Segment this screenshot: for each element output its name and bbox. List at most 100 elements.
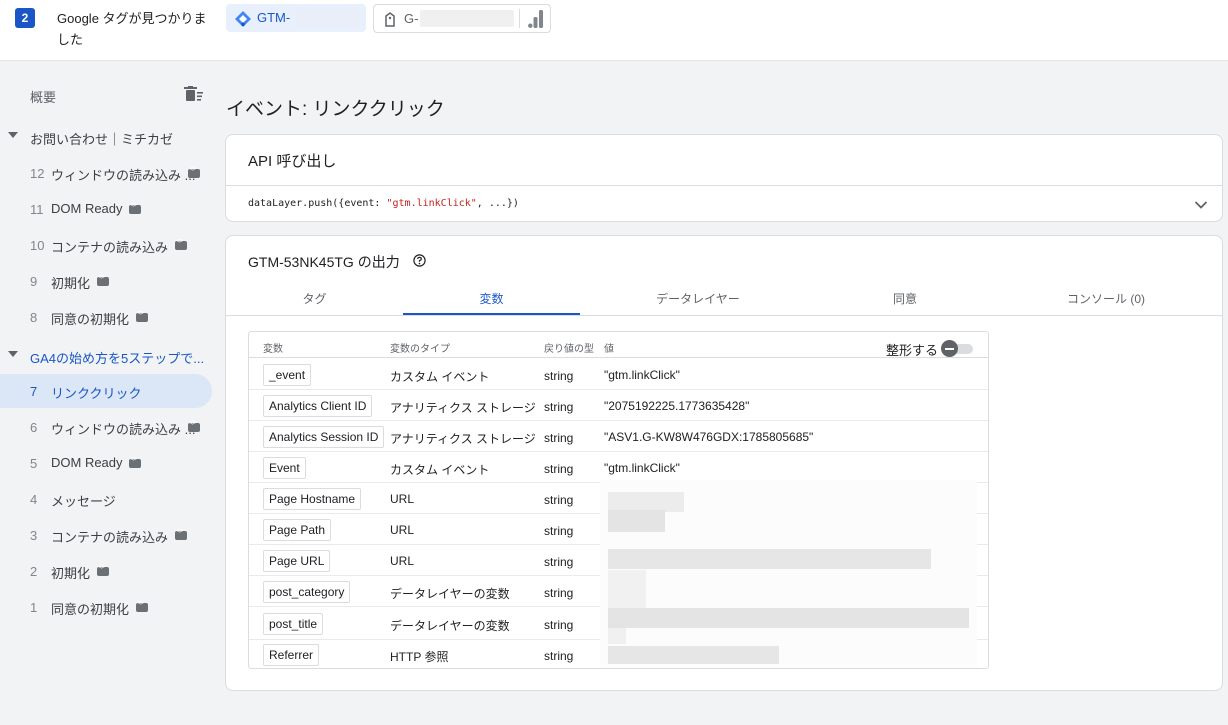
event-number: 4 xyxy=(30,492,38,507)
redacted-id xyxy=(296,9,360,26)
event-number: 7 xyxy=(30,384,38,399)
gtm-diamond-icon xyxy=(235,11,251,27)
tab-console[interactable]: コンソール (0) xyxy=(1016,290,1196,307)
sidebar-event-10[interactable]: 10 コンテナの読み込み xyxy=(0,228,212,262)
col-header-return: 戻り値の型 xyxy=(544,344,594,355)
ga-tag-chip[interactable]: G- xyxy=(373,4,551,33)
sidebar-event-9[interactable]: 9 初期化 xyxy=(0,264,212,298)
top-bar: 2 Google タグが見つかりました GTM- G- xyxy=(0,0,1228,61)
group-title: お問い合わせ｜ミチカゼ xyxy=(30,132,174,147)
code-icon xyxy=(97,564,109,576)
tab-tags[interactable]: タグ xyxy=(226,290,403,307)
code-icon xyxy=(188,166,200,178)
sidebar-event-12[interactable]: 12 ウィンドウの読み込み ... xyxy=(0,156,212,190)
code-icon xyxy=(136,310,148,322)
active-tab-indicator xyxy=(403,313,580,315)
event-name: ウィンドウの読み込み ... xyxy=(51,168,196,183)
return-type: string xyxy=(544,586,574,600)
sidebar-event-7[interactable]: 7 リンククリック xyxy=(0,374,212,408)
found-tags-title: Google タグが見つかりました xyxy=(57,11,207,47)
format-label: 整形する xyxy=(886,343,939,358)
sidebar-event-4[interactable]: 4 メッセージ xyxy=(0,482,212,516)
variable-type: URL xyxy=(390,523,415,537)
event-name: コンテナの読み込み xyxy=(51,240,169,255)
sidebar-event-2[interactable]: 2 初期化 xyxy=(0,554,212,588)
return-type: string xyxy=(544,649,574,663)
col-header-variable: 変数 xyxy=(263,344,283,355)
output-card-title: GTM-53NK45TG の出力 xyxy=(248,254,400,270)
sidebar: 概要 お問い合わせ｜ミチカゼ 12 ウィンドウの読み込み ... 11 DOM … xyxy=(0,62,218,725)
api-call-card: API 呼び出し dataLayer.push({event: "gtm.lin… xyxy=(225,134,1223,222)
chevron-down-icon[interactable] xyxy=(1194,197,1208,215)
api-card-title: API 呼び出し xyxy=(248,153,337,170)
output-tabs: タグ 変数 データレイヤー 同意 コンソール (0) xyxy=(226,282,1222,316)
event-number: 1 xyxy=(30,600,38,615)
sidebar-event-6[interactable]: 6 ウィンドウの読み込み ... xyxy=(0,410,212,444)
api-call-code: dataLayer.push({event: "gtm.linkClick", … xyxy=(248,198,519,209)
tab-datalayer[interactable]: データレイヤー xyxy=(606,290,790,307)
event-name: コンテナの読み込み xyxy=(51,530,169,545)
return-type: string xyxy=(544,524,574,538)
event-number: 2 xyxy=(30,564,38,579)
variable-name: _event xyxy=(263,364,312,386)
variable-value: "gtm.linkClick" xyxy=(604,368,680,382)
code-icon xyxy=(129,202,141,214)
variable-type: データレイヤーの変数 xyxy=(390,619,510,633)
return-type: string xyxy=(544,400,574,414)
redacted-id xyxy=(420,10,514,27)
code-icon xyxy=(188,420,200,432)
variable-type: URL xyxy=(390,554,415,568)
help-icon[interactable] xyxy=(413,254,426,272)
gtm-container-chip[interactable]: GTM- xyxy=(226,4,366,32)
caret-down-icon xyxy=(8,351,18,357)
sidebar-summary[interactable]: 概要 xyxy=(30,87,56,106)
sidebar-group-otoiawase[interactable]: お問い合わせ｜ミチカゼ xyxy=(0,125,218,149)
sidebar-event-3[interactable]: 3 コンテナの読み込み xyxy=(0,518,212,552)
col-header-value: 値 xyxy=(604,344,614,355)
sidebar-event-5[interactable]: 5 DOM Ready xyxy=(0,446,212,480)
col-header-type: 変数のタイプ xyxy=(390,344,450,355)
sidebar-event-11[interactable]: 11 DOM Ready xyxy=(0,192,212,226)
variable-name: Analytics Session ID xyxy=(263,426,385,448)
variable-name: Referrer xyxy=(263,644,320,666)
return-type: string xyxy=(544,555,574,569)
code-icon xyxy=(129,456,141,468)
variable-value: "2075192225.1773635428" xyxy=(604,399,750,413)
code-icon xyxy=(175,528,187,540)
tag-icon xyxy=(384,12,396,32)
divider xyxy=(226,185,1222,186)
page-title: イベント: リンククリック xyxy=(226,99,445,120)
code-string: "gtm.linkClick" xyxy=(386,198,477,209)
variable-name: Page URL xyxy=(263,550,331,572)
sidebar-event-1[interactable]: 1 同意の初期化 xyxy=(0,590,212,624)
variable-type: データレイヤーの変数 xyxy=(390,587,510,601)
variable-name: Event xyxy=(263,457,306,479)
event-name: DOM Ready xyxy=(51,201,123,216)
variable-type: アナリティクス ストレージ xyxy=(390,401,536,415)
analytics-bars-icon xyxy=(528,10,544,33)
tab-variables[interactable]: 変数 xyxy=(403,290,580,307)
event-number: 8 xyxy=(30,310,38,325)
step-number-badge: 2 xyxy=(15,8,35,28)
variable-name: Analytics Client ID xyxy=(263,395,373,417)
table-row: Analytics Session ID アナリティクス ストレージ strin… xyxy=(249,421,988,452)
format-toggle[interactable] xyxy=(941,340,975,357)
clear-list-icon[interactable] xyxy=(183,86,203,107)
variable-type: カスタム イベント xyxy=(390,463,490,477)
event-number: 11 xyxy=(30,202,44,217)
event-name: 同意の初期化 xyxy=(51,312,130,327)
table-row: Analytics Client ID アナリティクス ストレージ string… xyxy=(249,390,988,421)
sidebar-group-ga4[interactable]: GA4の始め方を5ステップで... xyxy=(0,344,218,368)
event-name: 初期化 xyxy=(51,566,91,581)
group-title: GA4の始め方を5ステップで... xyxy=(30,351,205,366)
event-number: 10 xyxy=(30,238,45,253)
variable-type: URL xyxy=(390,492,415,506)
code-suffix: , ...}) xyxy=(476,198,519,209)
tab-consent[interactable]: 同意 xyxy=(826,290,984,307)
sidebar-event-8[interactable]: 8 同意の初期化 xyxy=(0,300,212,334)
event-number: 12 xyxy=(30,166,45,181)
return-type: string xyxy=(544,369,574,383)
event-name: DOM Ready xyxy=(51,455,123,470)
code-icon xyxy=(97,274,109,286)
return-type: string xyxy=(544,462,574,476)
